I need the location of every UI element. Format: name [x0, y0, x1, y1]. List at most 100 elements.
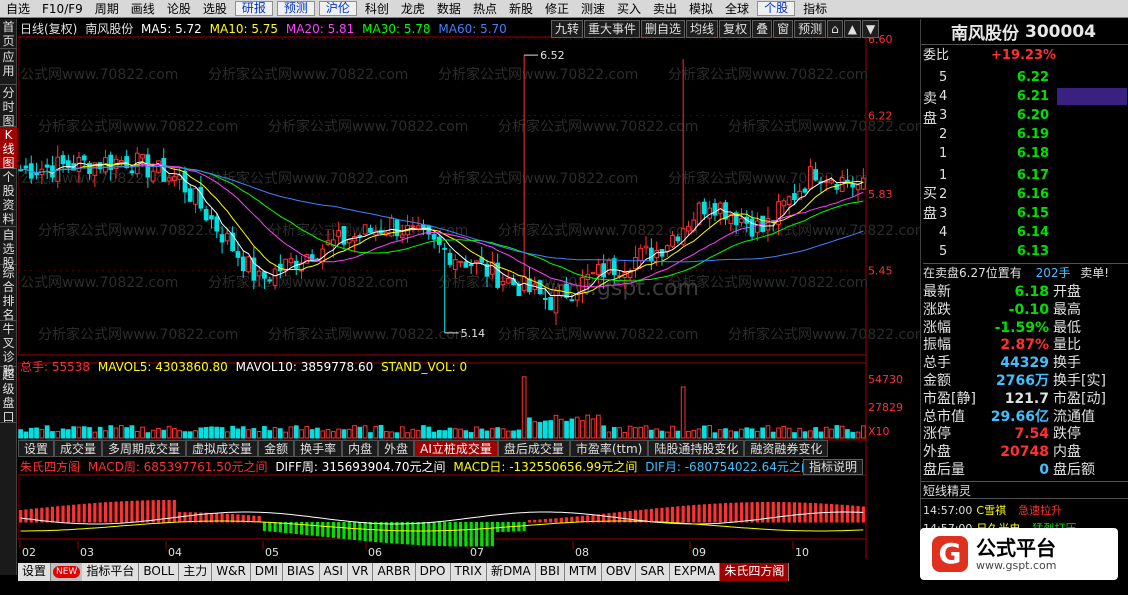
- tab-10[interactable]: 市盈率(ttm): [569, 440, 649, 457]
- bottom-tab-19[interactable]: 朱氏四方阁: [720, 563, 790, 581]
- topbar-item-8[interactable]: 沪伦: [318, 1, 357, 16]
- bottom-tab-4[interactable]: 主力: [179, 563, 213, 581]
- bottom-tab-10[interactable]: ARBR: [373, 563, 416, 581]
- bottom-tab-5[interactable]: W&R: [212, 563, 251, 581]
- tab-5[interactable]: 换手率: [294, 440, 343, 457]
- chart-tool-5[interactable]: 叠: [752, 20, 773, 38]
- kline-chart[interactable]: 6.606.225.835.45分析家公式网www.70822.com分析家公式…: [0, 19, 928, 575]
- topbar-item-9[interactable]: 科创: [359, 0, 395, 18]
- leftnav-item-3[interactable]: K线图: [0, 127, 17, 170]
- chart-tool-8[interactable]: ⌂: [827, 20, 843, 38]
- topbar-item-0[interactable]: 自选: [0, 0, 36, 18]
- tab-3[interactable]: 虚拟成交量: [186, 440, 259, 457]
- topbar-item-4[interactable]: 论股: [161, 0, 197, 18]
- topbar-item-2[interactable]: 周期: [89, 0, 125, 18]
- volume-bar: [601, 425, 607, 439]
- topbar-item-14[interactable]: 修正: [539, 0, 575, 18]
- volume-bar: [277, 428, 283, 439]
- volume-bar: [415, 430, 421, 439]
- volume-bar: [505, 430, 511, 439]
- tab-11[interactable]: 陆股通持股变化: [648, 440, 745, 457]
- bottom-tab-9[interactable]: VR: [347, 563, 374, 581]
- leftnav-item-5[interactable]: 自选股: [0, 227, 17, 270]
- bottom-tab-17[interactable]: SAR: [636, 563, 670, 581]
- tab-2[interactable]: 多周期成交量: [102, 440, 187, 457]
- period-label[interactable]: 日线(复权): [20, 22, 77, 36]
- tab-7[interactable]: 外盘: [378, 440, 415, 457]
- bottom-tab-3[interactable]: BOLL: [139, 563, 180, 581]
- bottom-tab-1[interactable]: NEW: [53, 566, 81, 578]
- volume-bar: [214, 426, 220, 439]
- sell-row: 5 6.22: [939, 68, 1049, 87]
- tab-6[interactable]: 内盘: [342, 440, 379, 457]
- chart-tool-1[interactable]: 重大事件: [584, 20, 641, 38]
- leftnav-item-1[interactable]: 应用: [0, 49, 17, 85]
- chart-tool-7[interactable]: 预测: [794, 20, 827, 38]
- buy-price: 6.16: [1016, 187, 1049, 202]
- topbar-item-12[interactable]: 热点: [467, 0, 503, 18]
- leftnav-item-2[interactable]: 分时图: [0, 85, 17, 128]
- topbar-item-21[interactable]: 指标: [797, 0, 833, 18]
- stat-value: 7.54: [1014, 426, 1049, 443]
- bottom-tab-18[interactable]: EXPMA: [669, 563, 721, 581]
- macd-bar: [432, 522, 436, 546]
- bottom-tab-15[interactable]: MTM: [564, 563, 602, 581]
- topbar-item-10[interactable]: 龙虎: [395, 0, 431, 18]
- bottom-tab-7[interactable]: BIAS: [282, 563, 320, 581]
- topbar-item-13[interactable]: 新股: [503, 0, 539, 18]
- bottom-tab-8[interactable]: ASI: [319, 563, 348, 581]
- chart-tool-9[interactable]: ▲: [843, 20, 861, 38]
- leftnav-item-4[interactable]: 个股资料: [0, 169, 17, 227]
- chart-tool-10[interactable]: ▼: [861, 20, 880, 38]
- short-elf-title[interactable]: 短线精灵: [921, 481, 1128, 499]
- price-axis-label: 5.83: [868, 188, 893, 201]
- short-elf-row[interactable]: 14:57:00 C雪祺 急速拉升: [923, 501, 1062, 520]
- buy-level: 4: [939, 225, 948, 240]
- tab-8[interactable]: AI立桩成交量: [414, 440, 498, 457]
- bottom-tab-2[interactable]: 指标平台: [82, 563, 140, 581]
- tab-12[interactable]: 融资融券变化: [744, 440, 829, 457]
- buy-price: 6.17: [1016, 168, 1049, 183]
- tab-9[interactable]: 盘后成交量: [497, 440, 570, 457]
- leftnav-item-8[interactable]: 超级盘口: [0, 367, 17, 424]
- topbar-item-5[interactable]: 选股: [197, 0, 233, 18]
- topbar-item-18[interactable]: 模拟: [683, 0, 719, 18]
- stat-label-2: 最低: [1053, 319, 1081, 336]
- leftnav-item-6[interactable]: 综合排名: [0, 265, 17, 322]
- macd-bar: [851, 505, 855, 523]
- indicator-help-button[interactable]: 指标说明: [803, 459, 864, 475]
- topbar-item-16[interactable]: 买入: [611, 0, 647, 18]
- bottom-tab-16[interactable]: OBV: [601, 563, 637, 581]
- bottom-tab-14[interactable]: BBI: [535, 563, 565, 581]
- chart-tool-0[interactable]: 九转: [551, 20, 584, 38]
- chart-tool-2[interactable]: 删自选: [641, 20, 686, 38]
- candle-body: [60, 155, 66, 165]
- chart-tool-4[interactable]: 复权: [719, 20, 752, 38]
- macd-bar: [379, 522, 383, 543]
- topbar-item-11[interactable]: 数据: [431, 0, 467, 18]
- chart-tool-6[interactable]: 窗: [773, 20, 794, 38]
- topbar-item-1[interactable]: F10/F9: [36, 0, 89, 18]
- chart-area[interactable]: 6.606.225.835.45分析家公式网www.70822.com分析家公式…: [0, 19, 928, 575]
- candle-body: [442, 247, 448, 250]
- bottom-tab-12[interactable]: TRIX: [450, 563, 487, 581]
- topbar-item-6[interactable]: 研报: [234, 1, 273, 16]
- tab-0[interactable]: 设置: [18, 440, 55, 457]
- bottom-tab-11[interactable]: DPO: [415, 563, 451, 581]
- tab-4[interactable]: 金额: [258, 440, 295, 457]
- bottom-tab-0[interactable]: 设置: [18, 563, 52, 581]
- leftnav-item-0[interactable]: 首页: [0, 19, 17, 49]
- bottom-tab-13[interactable]: 新DMA: [486, 563, 536, 581]
- topbar-item-7[interactable]: 预测: [276, 1, 315, 16]
- topbar-item-19[interactable]: 全球: [719, 0, 755, 18]
- volume-bar: [55, 430, 61, 439]
- bottom-tab-6[interactable]: DMI: [250, 563, 283, 581]
- topbar-item-3[interactable]: 画线: [125, 0, 161, 18]
- tab-1[interactable]: 成交量: [54, 440, 103, 457]
- topbar-item-20[interactable]: 个股: [757, 1, 796, 16]
- candle-body: [569, 299, 575, 302]
- leftnav-item-7[interactable]: 牛叉诊股: [0, 321, 17, 378]
- topbar-item-17[interactable]: 卖出: [647, 0, 683, 18]
- topbar-item-15[interactable]: 测速: [575, 0, 611, 18]
- chart-tool-3[interactable]: 均线: [686, 20, 719, 38]
